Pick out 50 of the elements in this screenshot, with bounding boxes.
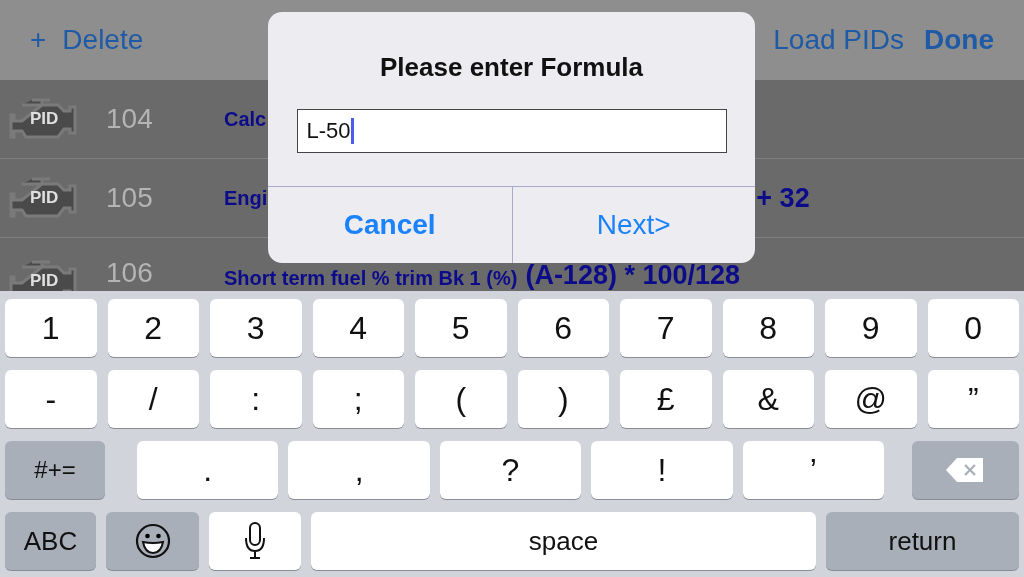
emoji-key[interactable]: [106, 512, 199, 570]
pid-label: PID: [30, 109, 59, 129]
keyboard-key[interactable]: 1: [5, 299, 97, 357]
smiley-icon: [134, 523, 171, 559]
keyboard-key[interactable]: (: [415, 370, 507, 428]
engine-icon: [8, 259, 78, 291]
keyboard-key[interactable]: ”: [927, 370, 1019, 428]
pid-formula: + 32: [756, 182, 810, 214]
keyboard-key[interactable]: return: [826, 512, 1019, 570]
pid-name: Short term fuel % trim Bk 1 (%): [224, 268, 518, 289]
keyboard-key[interactable]: 6: [517, 299, 609, 357]
keyboard-key[interactable]: 5: [415, 299, 507, 357]
pid-number: 104: [106, 103, 154, 135]
keyboard-key[interactable]: 2: [107, 299, 199, 357]
keyboard-key[interactable]: £: [620, 370, 712, 428]
keyboard-key[interactable]: ;: [312, 370, 404, 428]
pid-formula: (A-128) * 100/128: [525, 260, 741, 289]
keyboard-key[interactable]: ,: [288, 441, 430, 499]
keyboard-key[interactable]: 3: [210, 299, 302, 357]
keyboard-key[interactable]: &: [722, 370, 814, 428]
keyboard-key[interactable]: ?: [439, 441, 582, 499]
formula-input-field[interactable]: L-50: [296, 109, 727, 153]
keyboard-key[interactable]: 8: [722, 299, 814, 357]
keyboard-key[interactable]: @: [825, 370, 917, 428]
keyboard-key[interactable]: space: [311, 512, 816, 570]
keyboard-key[interactable]: 7: [620, 299, 712, 357]
microphone-icon: [244, 522, 266, 560]
keyboard-key[interactable]: 9: [825, 299, 917, 357]
keyboard-key[interactable]: 0: [927, 299, 1019, 357]
keyboard-key[interactable]: #+=: [5, 441, 105, 499]
pid-label: PID: [30, 271, 59, 291]
pid-name: Engi: [224, 186, 268, 210]
dialog-title: Please enter Formula: [380, 52, 643, 83]
backspace-icon: [945, 457, 986, 483]
engine-icon: [8, 176, 78, 220]
keyboard-key[interactable]: .: [137, 441, 279, 499]
pid-name: Calc: [224, 107, 267, 131]
engine-icon: [8, 97, 78, 141]
keyboard-key[interactable]: :: [210, 370, 302, 428]
pid-number: 106: [106, 257, 154, 289]
pid-label: PID: [30, 188, 59, 208]
microphone-key[interactable]: [209, 512, 301, 570]
pid-number: 105: [106, 182, 154, 214]
keyboard-key[interactable]: ABC: [5, 512, 96, 570]
keyboard-key[interactable]: !: [591, 441, 733, 499]
keyboard-key[interactable]: ’: [742, 441, 884, 499]
keyboard-key[interactable]: 4: [312, 299, 404, 357]
keyboard-key[interactable]: ): [517, 370, 609, 428]
keyboard-key[interactable]: -: [5, 370, 97, 428]
keyboard-key[interactable]: /: [107, 370, 199, 428]
